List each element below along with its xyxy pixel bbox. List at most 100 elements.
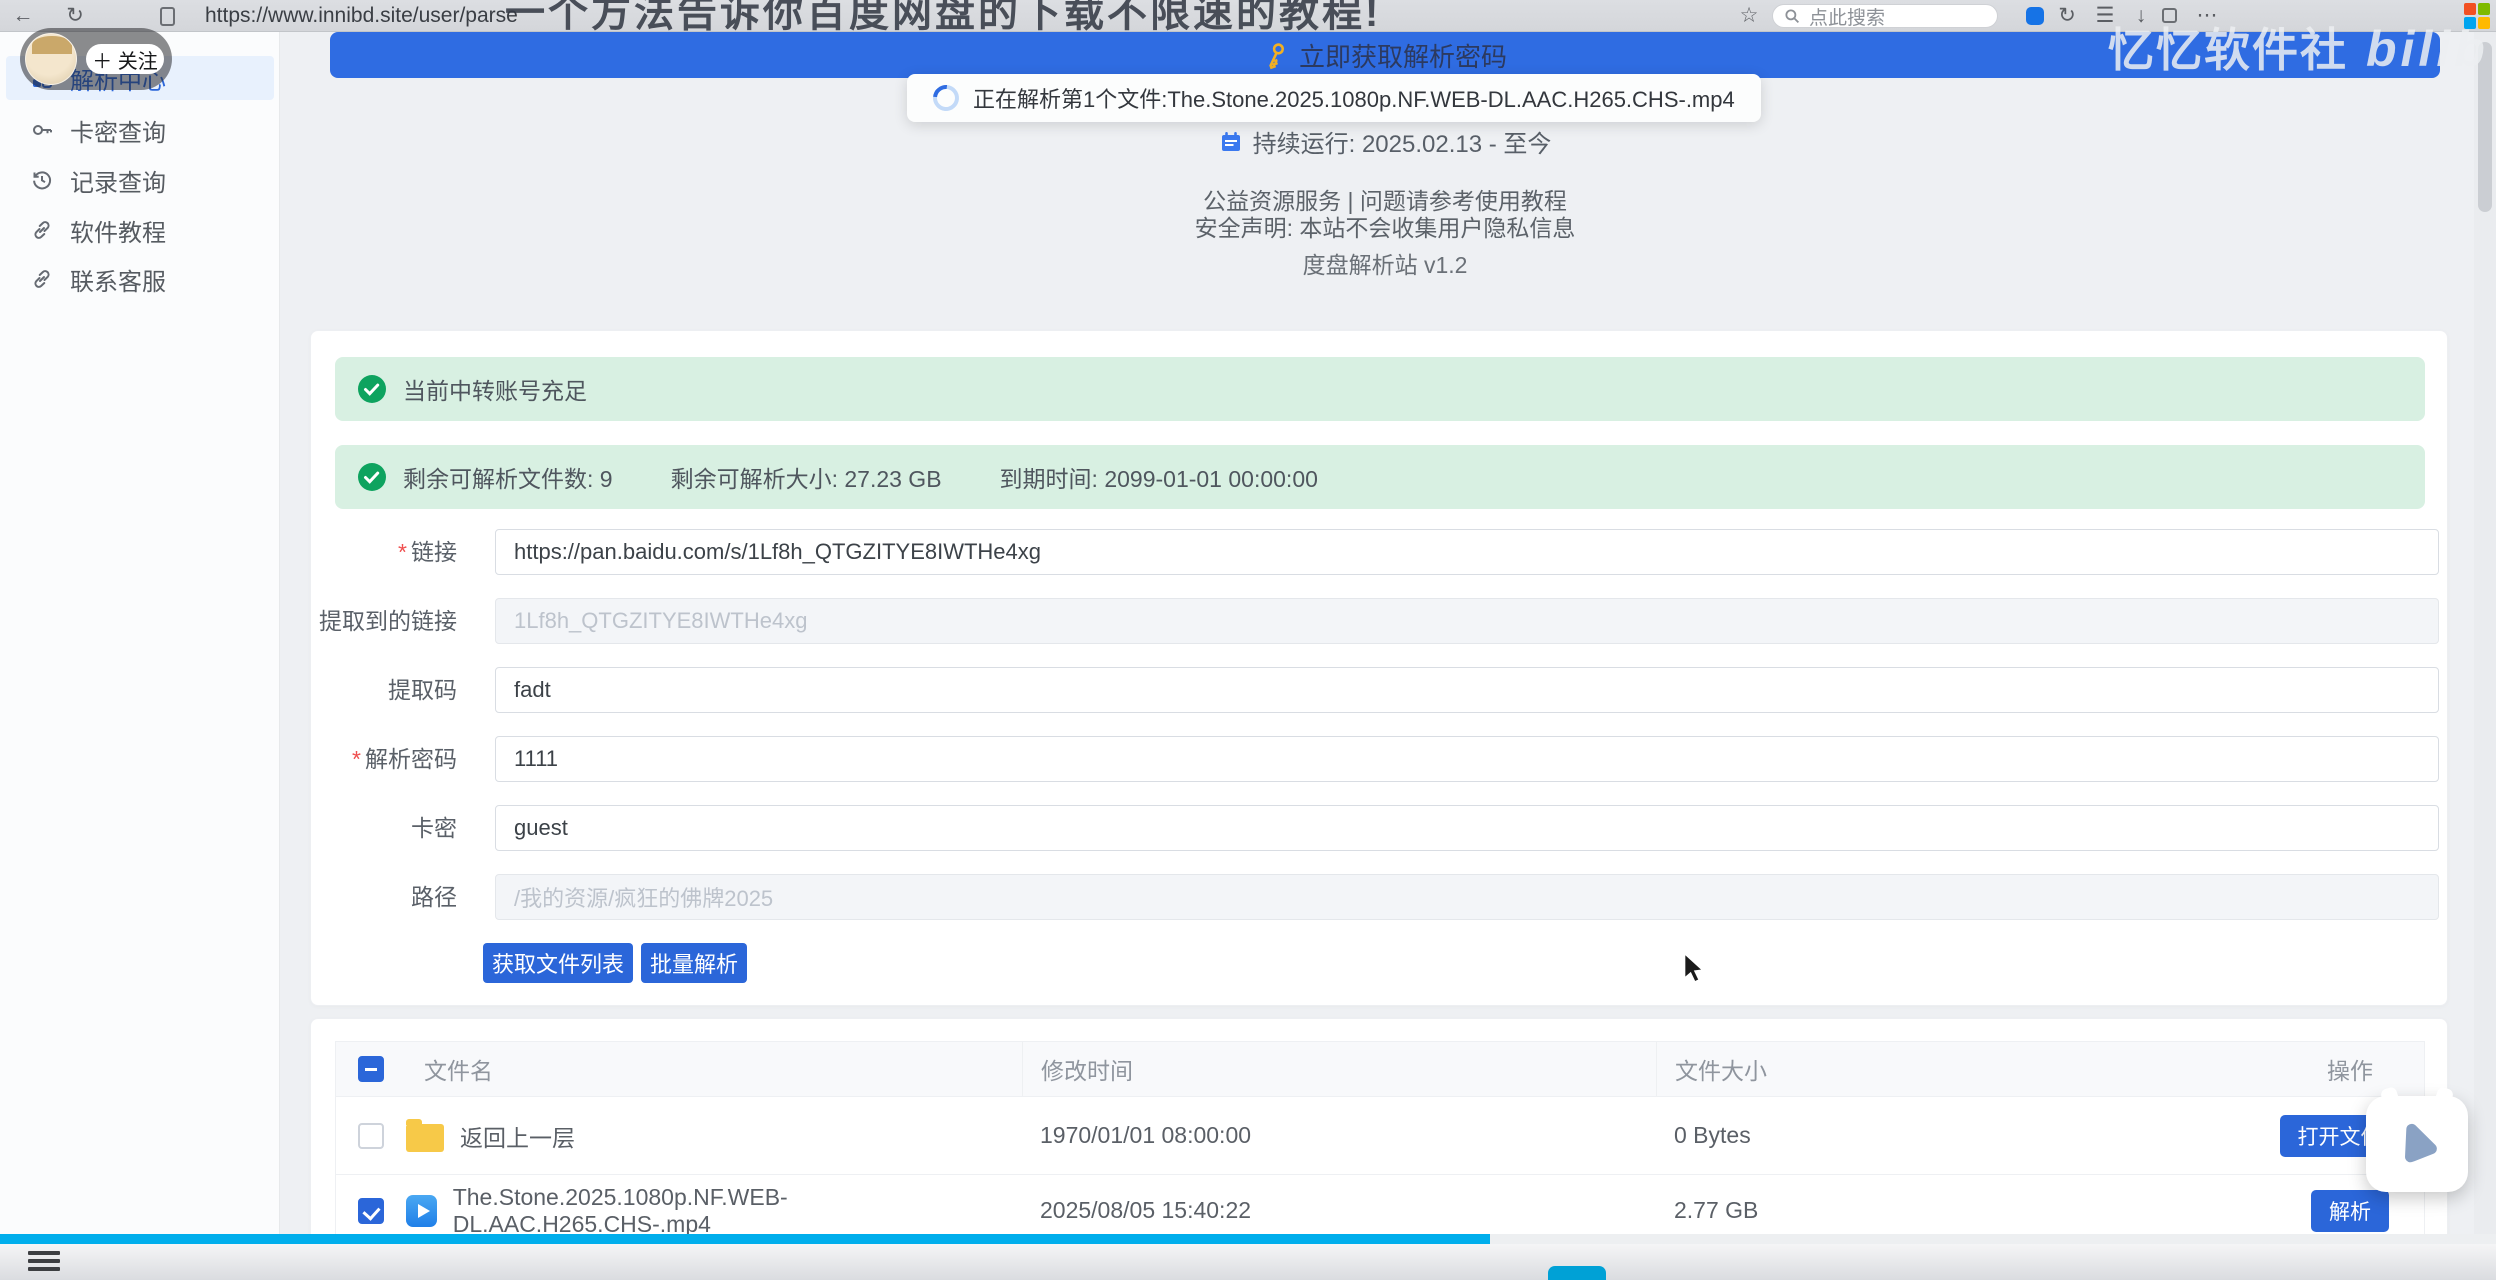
runtime-text: 持续运行: 2025.02.13 - 至今 (1253, 124, 1552, 159)
parse-form-card: 当前中转账号充足 剩余可解析文件数: 9 剩余可解析大小: 27.23 GB 到… (310, 330, 2448, 1006)
sidebar-item-label: 记录查询 (70, 163, 166, 198)
field-label: 卡密 (311, 805, 457, 851)
sidebar-item-label: 软件教程 (70, 213, 166, 248)
mouse-cursor (1680, 952, 1708, 991)
batch-parse-button[interactable]: 批量解析 (641, 943, 747, 983)
get-file-list-button[interactable]: 获取文件列表 (483, 943, 633, 983)
file-size: 0 Bytes (1656, 1122, 2276, 1149)
row-checkbox[interactable] (358, 1198, 384, 1224)
quota-files: 剩余可解析文件数: 9 (403, 460, 613, 494)
column-header-size: 文件大小 (1656, 1042, 2276, 1096)
field-label: *解析密码 (311, 736, 457, 782)
sidebar-item-label: 联系客服 (70, 262, 166, 297)
link-input[interactable] (495, 529, 2439, 575)
field-label: *链接 (311, 529, 457, 575)
search-placeholder: 点此搜索 (1809, 3, 1885, 30)
extracted-link-input (495, 598, 2439, 644)
video-file-icon (406, 1195, 437, 1227)
search-icon (1783, 7, 1801, 25)
file-mtime: 1970/01/01 08:00:00 (1022, 1122, 1656, 1149)
column-header-filename: 文件名 (406, 1042, 1022, 1096)
player-bottom-bar (0, 1244, 2496, 1280)
key-icon (1259, 38, 1292, 71)
field-label: 提取码 (311, 667, 457, 713)
banner-label: 立即获取解析密码 (1299, 37, 1507, 74)
required-asterisk: * (398, 539, 407, 565)
bookmark-star-icon[interactable]: ☆ (1734, 0, 1764, 32)
field-label: 提取到的链接 (311, 598, 457, 644)
form-row-extracted-link: 提取到的链接 (311, 598, 2445, 644)
success-check-icon (357, 374, 387, 404)
row-checkbox[interactable] (358, 1123, 384, 1149)
sidebar-item-record-query[interactable]: 记录查询 (6, 158, 274, 202)
seekbar-progress (0, 1234, 1490, 1244)
folder-icon (406, 1124, 444, 1152)
column-header-mtime: 修改时间 (1022, 1042, 1656, 1096)
file-name[interactable]: The.Stone.2025.1080p.NF.WEB-DL.AAC.H265.… (453, 1184, 1022, 1238)
file-name[interactable]: 返回上一层 (460, 1119, 575, 1153)
calendar-icon (1219, 130, 1243, 154)
required-asterisk: * (352, 746, 361, 772)
sidebar: 解析中心 卡密查询 记录查询 软件教程 联系客服 (0, 32, 280, 1236)
menu-icon[interactable] (28, 1251, 60, 1273)
parsing-toast: 正在解析第1个文件:The.Stone.2025.1080p.NF.WEB-DL… (907, 74, 1761, 122)
file-table: 文件名 修改时间 文件大小 操作 返回上一层 1970/01/01 08:00:… (335, 1041, 2425, 1247)
follow-label: ＋ 关注 (92, 45, 158, 74)
miniplayer-widget[interactable] (2366, 1096, 2468, 1192)
parse-password-input[interactable] (495, 736, 2439, 782)
file-size: 2.77 GB (1656, 1197, 2276, 1224)
form-row-parse-password: *解析密码 (311, 736, 2445, 782)
alert-text: 当前中转账号充足 (403, 372, 587, 406)
quota-size: 剩余可解析大小: 27.23 GB (671, 460, 942, 494)
table-header-row: 文件名 修改时间 文件大小 操作 (336, 1042, 2424, 1096)
link-icon (30, 267, 54, 291)
runtime-line: 持续运行: 2025.02.13 - 至今 (330, 124, 2440, 159)
back-icon[interactable]: ← (8, 0, 38, 32)
link-icon (30, 218, 54, 242)
file-mtime: 2025/08/05 15:40:22 (1022, 1197, 1656, 1224)
form-row-link: *链接 (311, 529, 2445, 575)
channel-name: 忆忆软件社 (2108, 24, 2348, 76)
sidebar-item-contact-support[interactable]: 联系客服 (6, 257, 274, 301)
key-icon (30, 118, 54, 142)
success-check-icon (357, 462, 387, 492)
sidebar-item-label: 卡密查询 (70, 113, 166, 148)
toast-message: 正在解析第1个文件:The.Stone.2025.1080p.NF.WEB-DL… (973, 82, 1735, 114)
quota-alert: 剩余可解析文件数: 9 剩余可解析大小: 27.23 GB 到期时间: 2099… (335, 445, 2425, 509)
table-row-parent-folder[interactable]: 返回上一层 1970/01/01 08:00:00 0 Bytes 打开文件夹 (336, 1096, 2424, 1174)
uploader-overlay: ＋ 关注 (20, 28, 172, 90)
avatar[interactable] (25, 33, 77, 85)
profile-badge-icon[interactable] (2026, 7, 2044, 25)
play-icon (2391, 1118, 2443, 1170)
video-seekbar[interactable] (0, 1234, 2496, 1244)
card-key-input[interactable] (495, 805, 2439, 851)
path-input (495, 874, 2439, 920)
parse-file-button[interactable]: 解析 (2311, 1190, 2389, 1232)
quota-expiry: 到期时间: 2099-01-01 00:00:00 (1000, 460, 1318, 494)
browser-search-box[interactable]: 点此搜索 (1772, 4, 1998, 28)
extract-code-input[interactable] (495, 667, 2439, 713)
video-title-watermark: 一个方法告诉你百度网盘的下载不限速的教程! (505, 0, 1381, 38)
sidebar-item-software-tutorial[interactable]: 软件教程 (6, 208, 274, 252)
page-info-icon[interactable] (160, 7, 175, 26)
loading-spinner-icon (928, 80, 965, 117)
field-label: 路径 (311, 874, 457, 920)
sync-icon[interactable]: ↻ (2052, 0, 2082, 32)
bilibili-logo-watermark: bilib (2366, 21, 2489, 77)
channel-watermark: 忆忆软件社 bilib (2108, 14, 2489, 80)
video-frame-root: ← ↻ https://www.innibd.site/user/parse ☆… (0, 0, 2496, 1280)
browser-scrollbar[interactable] (2474, 32, 2496, 1234)
column-header-action: 操作 (2276, 1052, 2424, 1086)
site-version: 度盘解析站 v1.2 (330, 246, 2440, 280)
address-bar[interactable]: https://www.innibd.site/user/parse (205, 0, 518, 32)
account-alert: 当前中转账号充足 (335, 357, 2425, 421)
form-row-path: 路径 (311, 874, 2445, 920)
select-all-checkbox[interactable] (358, 1056, 384, 1082)
security-line: 安全声明: 本站不会收集用户隐私信息 (330, 209, 2440, 243)
form-row-extract-code: 提取码 (311, 667, 2445, 713)
sidebar-item-card-query[interactable]: 卡密查询 (6, 108, 274, 152)
follow-button[interactable]: ＋ 关注 (86, 44, 164, 74)
form-row-card-key: 卡密 (311, 805, 2445, 851)
player-control-peek (1548, 1266, 1606, 1280)
history-icon (30, 168, 54, 192)
